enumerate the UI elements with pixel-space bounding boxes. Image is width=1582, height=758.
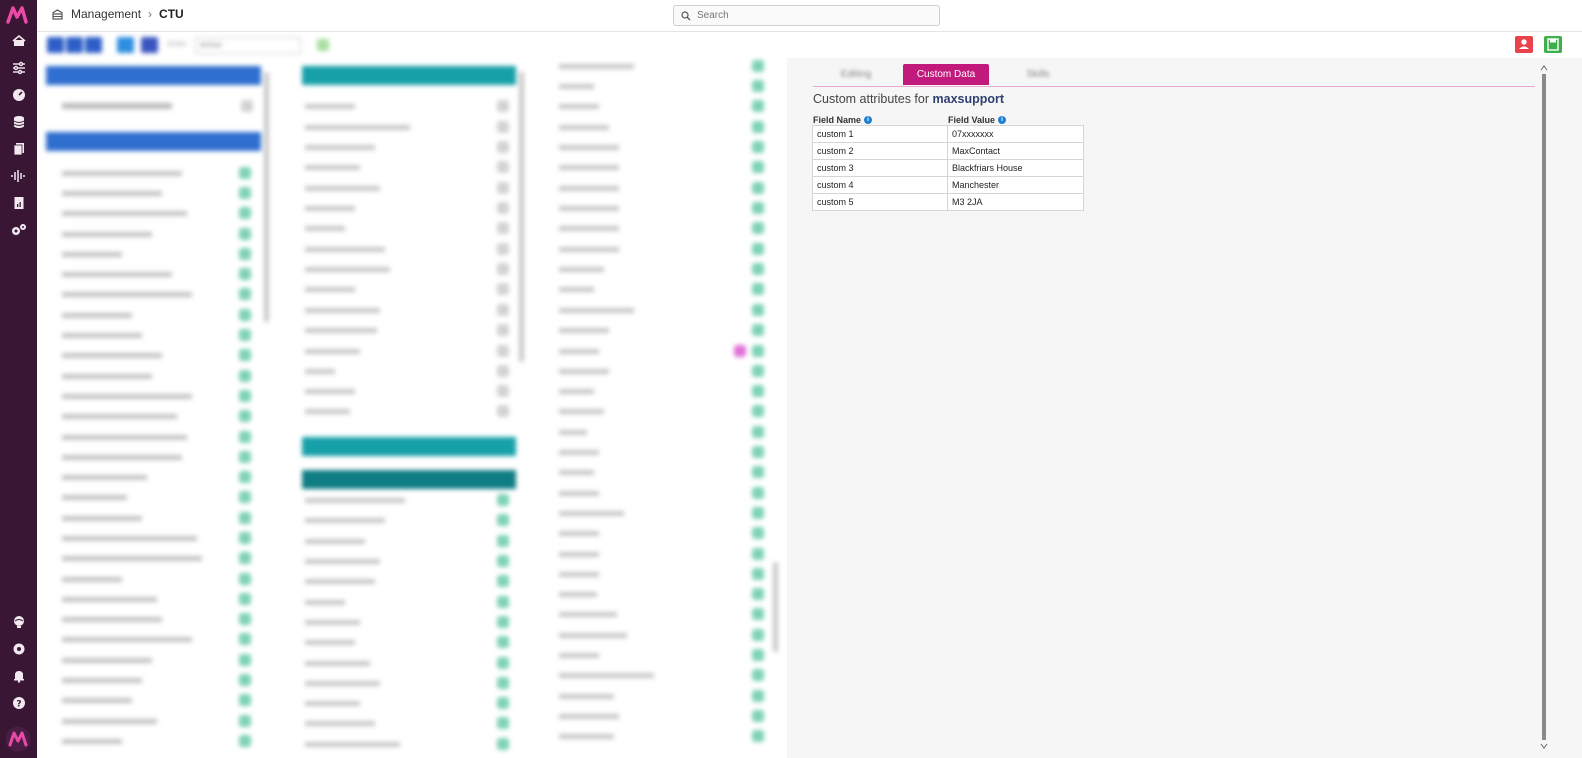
export-button[interactable] [1515, 36, 1533, 53]
panel-header-4 [302, 437, 516, 456]
tab-skills[interactable]: Skills [999, 64, 1077, 85]
column-3-scrollbar[interactable] [773, 562, 778, 652]
filter-label: Enter [168, 40, 187, 48]
dashboard-icon [52, 8, 63, 20]
toolbar-button-2[interactable] [66, 37, 83, 53]
tab-custom-data[interactable]: Custom Data [903, 64, 989, 85]
panel-header-3 [302, 66, 516, 85]
selected-row[interactable] [302, 470, 516, 489]
info-icon[interactable]: i [864, 116, 873, 124]
page-title: Custom attributes for maxsupport [813, 92, 1004, 106]
search-icon [681, 10, 691, 20]
gauge-icon[interactable] [0, 85, 37, 105]
filter-select[interactable]: Active [195, 37, 301, 54]
field-name-cell: custom 1 [812, 125, 948, 143]
details-scrollbar[interactable] [1539, 64, 1549, 750]
page-title-prefix: Custom attributes for [813, 92, 930, 106]
field-value-cell[interactable]: MaxContact [947, 142, 1084, 160]
table-row: custom 4 Manchester [812, 176, 1084, 194]
tab-editing[interactable]: Editing [817, 64, 895, 85]
panel-header-1 [46, 66, 261, 85]
toolbar-button-4[interactable] [117, 37, 134, 53]
database-icon[interactable] [0, 112, 37, 132]
field-name-header: Field Name i [813, 115, 873, 125]
search-input[interactable] [697, 10, 927, 21]
page-title-user: maxsupport [932, 92, 1005, 106]
field-name-cell: custom 2 [812, 142, 948, 160]
waveform-icon[interactable] [0, 166, 37, 186]
toolbar-button-1[interactable] [47, 37, 64, 53]
field-value-header: Field Value i [948, 115, 1007, 125]
save-button[interactable] [1544, 36, 1562, 53]
files-icon[interactable] [0, 139, 37, 159]
field-name-cell: custom 5 [812, 193, 948, 211]
toolbar-button-5[interactable] [141, 37, 158, 53]
brand-footer-logo[interactable] [5, 726, 31, 752]
table-row: custom 5 M3 2JA [812, 193, 1084, 211]
user-export-icon [1519, 39, 1529, 49]
panel-header-2 [46, 132, 261, 151]
filter-value: Active [200, 41, 222, 49]
top-bar: Management › CTU [37, 0, 1582, 32]
table-row: custom 2 MaxContact [812, 142, 1084, 160]
field-value-cell[interactable]: Manchester [947, 176, 1084, 194]
field-value-cell[interactable]: 07xxxxxxx [947, 125, 1084, 143]
field-value-cell[interactable]: Blackfriars House [947, 159, 1084, 177]
list-item[interactable] [46, 96, 258, 116]
sidebar: ? [0, 0, 37, 758]
bell-icon[interactable] [0, 666, 37, 686]
svg-text:?: ? [16, 700, 21, 710]
breadcrumb-current: CTU [159, 7, 184, 21]
globe-icon[interactable] [0, 612, 37, 632]
search-box[interactable] [673, 5, 940, 26]
field-name-cell: custom 4 [812, 176, 948, 194]
cogs-icon[interactable] [0, 220, 37, 240]
table-row: custom 1 07xxxxxxx [812, 125, 1084, 143]
info-icon[interactable]: i [998, 116, 1007, 124]
save-icon [1547, 38, 1559, 51]
table-row: custom 3 Blackfriars House [812, 159, 1084, 177]
field-name-label: Field Name [813, 115, 862, 125]
brand-logo[interactable] [6, 5, 32, 25]
report-icon[interactable] [0, 193, 37, 213]
sliders-icon[interactable] [0, 58, 37, 78]
tab-bar: Editing Custom Data Skills [813, 64, 1535, 87]
help-icon[interactable]: ? [0, 693, 37, 713]
field-value-label: Field Value [948, 115, 996, 125]
column-1-scrollbar[interactable] [264, 72, 269, 322]
breadcrumb: Management › CTU [51, 7, 184, 21]
field-name-cell: custom 3 [812, 159, 948, 177]
blurred-panels: Enter Active [37, 32, 787, 758]
refresh-icon[interactable] [317, 39, 329, 51]
custom-data-table: custom 1 07xxxxxxx custom 2 MaxContact c… [812, 125, 1084, 211]
breadcrumb-separator: › [148, 7, 153, 21]
field-value-cell[interactable]: M3 2JA [947, 193, 1084, 211]
breadcrumb-root[interactable]: Management [71, 7, 141, 21]
toolbar-button-3[interactable] [85, 37, 102, 53]
column-2-scrollbar[interactable] [519, 72, 524, 362]
gear-icon[interactable] [0, 639, 37, 659]
home-icon[interactable] [0, 31, 37, 51]
details-panel: Editing Custom Data Skills Custom attrib… [787, 58, 1582, 758]
